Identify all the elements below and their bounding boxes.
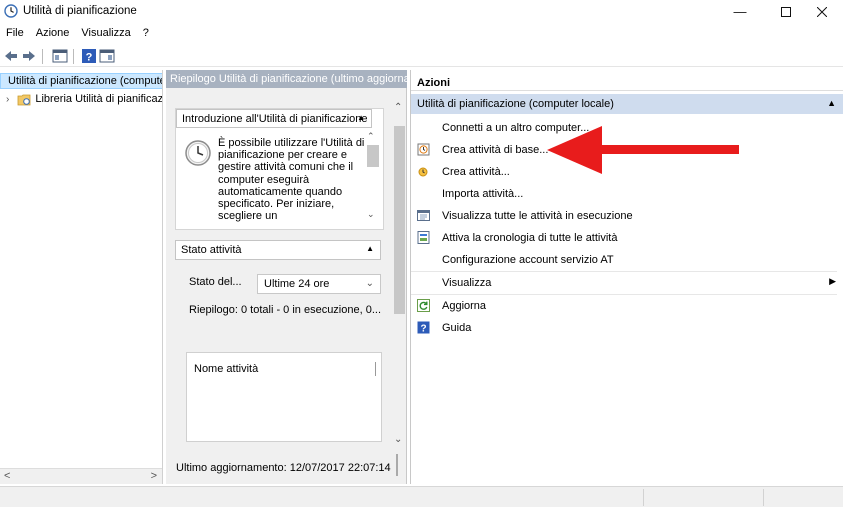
tree-horizontal-scrollbar[interactable]: < > — [0, 468, 162, 484]
action-enable-history[interactable]: Attiva la cronologia di tutte le attivit… — [411, 227, 843, 249]
action-import-task[interactable]: Importa attività... — [411, 183, 843, 205]
toolbar-separator — [73, 49, 74, 64]
basic-task-icon — [417, 143, 430, 156]
tree-item-root[interactable]: Utilità di pianificazione (computer loca… — [0, 73, 162, 89]
status-card-header[interactable]: Stato attività ▲ — [175, 240, 381, 260]
actions-pane-title: Azioni — [411, 75, 843, 91]
intro-card: Introduzione all'Utilità di pianificazio… — [175, 108, 384, 230]
show-hide-action-pane-icon[interactable] — [99, 48, 115, 64]
scroll-down-icon[interactable]: ⌄ — [394, 434, 402, 445]
actions-group-label: Utilità di pianificazione (computer loca… — [417, 98, 614, 110]
action-view-running-tasks[interactable]: Visualizza tutte le attività in esecuzio… — [411, 205, 843, 227]
expand-chevron-icon[interactable]: › — [6, 94, 9, 105]
running-tasks-icon — [417, 210, 430, 221]
menu-help[interactable]: ? — [137, 24, 155, 44]
tree-item-label: Utilità di pianificazione (computer loca… — [8, 75, 162, 87]
maximize-icon — [781, 6, 791, 17]
scroll-left-icon[interactable]: < — [4, 470, 10, 482]
minimize-button[interactable]: — — [718, 0, 762, 23]
action-label: Guida — [442, 322, 472, 334]
svg-text:?: ? — [86, 52, 93, 64]
intro-description: È possibile utilizzare l'Utilità di pian… — [218, 137, 365, 223]
status-separator — [763, 489, 764, 506]
summary-pane-header: Riepilogo Utilità di pianificazione (ult… — [166, 70, 407, 88]
status-summary: Riepilogo: 0 totali - 0 in esecuzione, 0… — [189, 304, 382, 316]
help-icon: ? — [417, 321, 430, 334]
window-title: Utilità di pianificazione — [23, 5, 137, 17]
forward-arrow-icon[interactable] — [21, 48, 37, 64]
refresh-link-separator — [396, 454, 398, 476]
scroll-down-icon[interactable]: ⌄ — [367, 209, 375, 220]
chevron-down-icon: ⌄ — [365, 278, 374, 289]
close-icon — [817, 6, 827, 17]
console-tree: Utilità di pianificazione (computer loca… — [0, 70, 163, 484]
column-separator[interactable] — [375, 362, 376, 376]
collapse-icon[interactable]: ▲ — [357, 113, 365, 122]
status-bar — [0, 486, 843, 507]
scrollbar-thumb[interactable] — [367, 145, 379, 167]
action-at-service-account[interactable]: Configurazione account servizio AT — [411, 249, 843, 271]
menu-bar: File Azione Visualizza ? — [0, 24, 843, 44]
help-icon[interactable]: ? — [81, 48, 97, 64]
toolbar: ? — [0, 45, 843, 67]
action-help[interactable]: ? Guida — [411, 317, 843, 339]
status-period-value: Ultime 24 ore — [264, 278, 330, 290]
intro-card-header[interactable]: Introduzione all'Utilità di pianificazio… — [176, 109, 372, 128]
intro-card-title: Introduzione all'Utilità di pianificazio… — [182, 113, 368, 125]
red-arrow-annotation — [547, 126, 739, 174]
action-label: Visualizza — [442, 277, 492, 289]
summary-vertical-scrollbar[interactable]: ⌃ ⌄ — [392, 96, 407, 507]
tree-item-label: Libreria Utilità di pianificazione — [35, 93, 163, 105]
action-label: Crea attività di base... — [442, 144, 549, 156]
action-view[interactable]: Visualizza ▶ — [411, 272, 843, 294]
toolbar-separator — [42, 49, 43, 64]
scroll-up-icon[interactable]: ⌃ — [367, 131, 375, 142]
status-period-select[interactable]: Ultime 24 ore ⌄ — [257, 274, 381, 294]
create-task-icon — [418, 167, 428, 177]
clock-icon — [185, 140, 211, 166]
action-label: Aggiorna — [442, 300, 487, 312]
task-list[interactable]: Nome attività — [186, 352, 382, 442]
last-update-text: Ultimo aggiornamento: 12/07/2017 22:07:1… — [176, 462, 391, 474]
action-label: Attiva la cronologia di tutte le attivit… — [442, 232, 618, 244]
folder-icon — [17, 94, 31, 105]
tree-item-library[interactable]: › Libreria Utilità di pianificazione — [0, 91, 163, 107]
action-label: Importa attività... — [442, 188, 524, 200]
action-label: Visualizza tutte le attività in esecuzio… — [442, 210, 633, 222]
action-refresh[interactable]: Aggiorna — [411, 295, 843, 317]
close-button[interactable] — [800, 0, 843, 23]
intro-scrollbar[interactable]: ⌃ ⌄ — [367, 131, 379, 221]
history-icon — [417, 231, 430, 244]
collapse-icon[interactable]: ▲ — [827, 98, 836, 108]
collapse-icon[interactable]: ▲ — [366, 244, 374, 253]
clock-icon — [4, 4, 18, 18]
scrollbar-thumb[interactable] — [394, 126, 405, 314]
menu-visualizza[interactable]: Visualizza — [75, 24, 136, 44]
menu-azione[interactable]: Azione — [30, 24, 76, 44]
title-bar: Utilità di pianificazione — — [0, 0, 843, 23]
status-filter-label: Stato del... — [189, 276, 242, 288]
submenu-arrow-icon: ▶ — [829, 276, 836, 286]
summary-pane: Riepilogo Utilità di pianificazione (ult… — [166, 70, 407, 484]
scroll-up-icon[interactable]: ⌃ — [394, 102, 402, 113]
task-name-column-header[interactable]: Nome attività — [194, 363, 258, 375]
status-separator — [643, 489, 644, 506]
back-arrow-icon[interactable] — [3, 48, 19, 64]
action-label: Configurazione account servizio AT — [442, 254, 614, 266]
action-label: Crea attività... — [442, 166, 510, 178]
refresh-icon — [417, 299, 430, 312]
scroll-right-icon[interactable]: > — [151, 470, 157, 482]
status-card-title: Stato attività — [181, 244, 242, 256]
show-hide-tree-icon[interactable] — [52, 48, 68, 64]
menu-file[interactable]: File — [0, 24, 30, 44]
actions-group-header[interactable]: Utilità di pianificazione (computer loca… — [411, 94, 843, 114]
svg-text:?: ? — [420, 324, 426, 335]
